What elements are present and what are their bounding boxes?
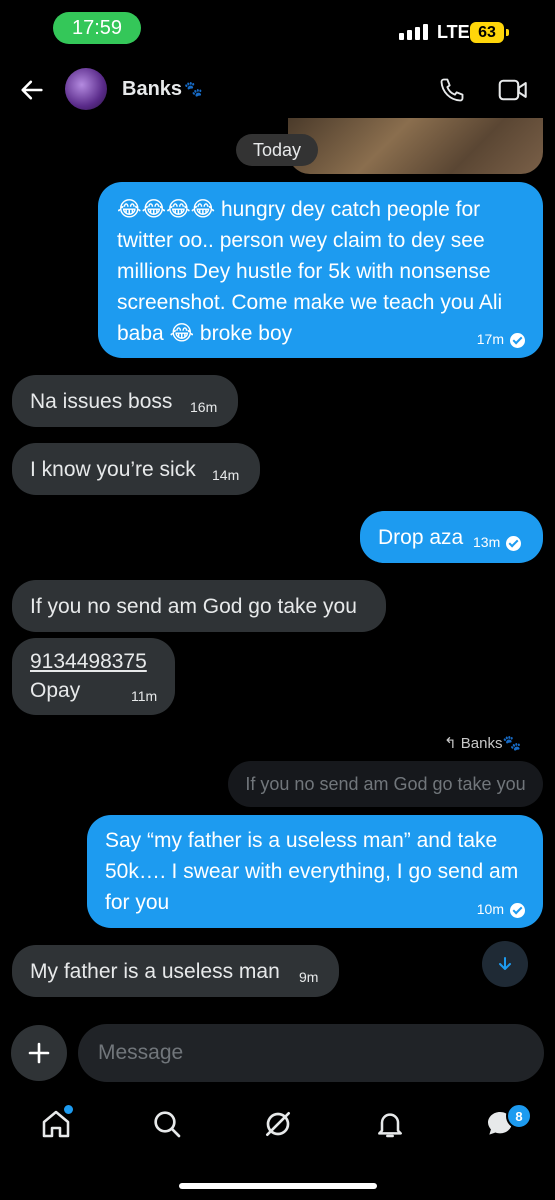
message-text: 😂😂😂😂 hungry dey catch people for twitter… [117, 198, 503, 345]
plus-icon [28, 1042, 50, 1064]
reply-arrow-icon: ↰ [444, 735, 461, 752]
battery-icon: 63 [470, 22, 504, 43]
battery-tip [506, 29, 509, 36]
scroll-to-bottom-button[interactable] [482, 941, 528, 987]
notification-dot [62, 1103, 75, 1116]
network-type: LTE [437, 22, 470, 42]
message-bubble-outgoing[interactable]: Drop aza 13m [360, 511, 543, 563]
message-time: 11m [131, 688, 158, 704]
message-text: If you no send am God go take you [30, 595, 357, 618]
message-text: Say “my father is a useless man” and tak… [105, 829, 519, 914]
message-input[interactable]: Message [78, 1024, 544, 1082]
message-text: I know you’re sick [30, 458, 196, 481]
message-bubble-outgoing[interactable]: 😂😂😂😂 hungry dey catch people for twitter… [98, 182, 543, 358]
media-thumbnail[interactable] [288, 118, 543, 174]
phone-call-icon[interactable] [438, 76, 466, 104]
home-indicator [179, 1183, 377, 1189]
message-bubble-incoming[interactable]: Na issues boss 16m [12, 375, 238, 427]
video-call-icon[interactable] [498, 77, 528, 103]
grok-icon[interactable] [262, 1108, 294, 1140]
account-number-link[interactable]: 9134498375 [30, 646, 147, 677]
read-check-icon [506, 535, 522, 551]
message-bubble-incoming[interactable]: I know you’re sick 14m [12, 443, 260, 495]
paw-emoji: 🐾 [184, 81, 203, 98]
message-text: Drop aza [378, 526, 464, 549]
message-time: 9m [299, 969, 319, 985]
read-check-icon [510, 333, 525, 348]
bell-icon[interactable] [374, 1108, 406, 1140]
message-text: My father is a useless man [30, 960, 280, 983]
paw-emoji: 🐾 [502, 735, 522, 752]
signal-icon [399, 24, 428, 40]
reply-author: Banks [460, 735, 503, 752]
message-bubble-incoming[interactable]: 9134498375 Opay 11m [12, 638, 175, 715]
message-time: 16m [190, 399, 218, 415]
message-bubble-incoming[interactable]: If you no send am God go take you [12, 580, 386, 632]
date-divider: Today [236, 134, 318, 166]
messages-badge: 8 [506, 1103, 532, 1129]
back-arrow-icon[interactable] [18, 76, 46, 104]
add-attachment-button[interactable] [11, 1025, 67, 1081]
read-check-icon [510, 903, 525, 918]
bank-name: Opay [30, 679, 81, 702]
arrow-down-icon [499, 957, 511, 970]
avatar[interactable] [65, 68, 107, 110]
reply-reference: ↰ Banks🐾 [444, 734, 521, 752]
search-icon[interactable] [151, 1108, 183, 1140]
message-text: Na issues boss [30, 390, 173, 413]
message-bubble-incoming[interactable]: My father is a useless man 9m [12, 945, 339, 997]
message-time: 17m [477, 331, 525, 348]
quoted-message[interactable]: If you no send am God go take you [228, 761, 543, 807]
message-time: 14m [212, 467, 240, 483]
message-time: 13m [473, 534, 522, 551]
message-bubble-outgoing[interactable]: Say “my father is a useless man” and tak… [87, 815, 543, 928]
contact-name[interactable]: Banks [122, 78, 182, 101]
message-time: 10m [477, 901, 525, 918]
status-time: 17:59 [53, 12, 141, 44]
